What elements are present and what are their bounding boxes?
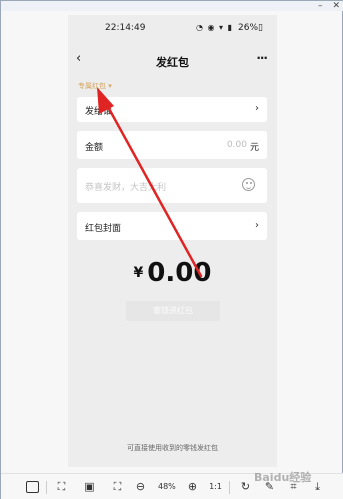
- rotate-icon[interactable]: ↻: [239, 481, 252, 493]
- window-title-bar: – ✕: [1, 1, 343, 11]
- image-viewer-window: – ✕ 22:14:49 ◔ ◉ ▾ ▮ 26%▯ ‹ 发红包 ··· 专属红包…: [0, 0, 343, 499]
- amount-label: 金额: [85, 143, 104, 153]
- fullscreen-icon[interactable]: ⛶: [55, 481, 68, 493]
- footer-note: 可直接使用收到的零钱发红包: [127, 444, 218, 452]
- greeting-input[interactable]: 恭喜发财，大吉大利: [85, 180, 166, 193]
- zoom-level: 48%: [158, 482, 176, 491]
- cover-label: 红包封面: [85, 224, 122, 234]
- amount-input[interactable]: 0.00: [227, 140, 247, 150]
- toolbar-divider: [229, 481, 230, 494]
- phone-screenshot: 22:14:49 ◔ ◉ ▾ ▮ 26%▯ ‹ 发红包 ··· 专属红包 ▾ 发…: [68, 15, 277, 467]
- page-title: 发红包: [156, 56, 189, 69]
- thumbnail-icon[interactable]: [26, 481, 39, 493]
- amount-row: 金额 0.00 元: [77, 131, 267, 159]
- minimize-icon[interactable]: –: [318, 2, 323, 11]
- cover-row[interactable]: 红包封面 ›: [77, 212, 267, 240]
- status-bar: 22:14:49 ◔ ◉ ▾ ▮ 26%▯: [68, 15, 277, 39]
- amount-unit: 元: [249, 143, 259, 153]
- chevron-right-icon: ›: [255, 103, 259, 114]
- greeting-row: 恭喜发财，大吉大利: [77, 168, 267, 203]
- recipient-row[interactable]: 发给谁 ›: [77, 97, 267, 122]
- zoom-in-icon[interactable]: ⊕: [186, 481, 199, 493]
- emoji-icon[interactable]: [242, 178, 255, 191]
- toolbar-divider: [46, 481, 47, 494]
- battery-indicator: 26%▯: [238, 23, 263, 33]
- send-red-packet-button[interactable]: 塞钱进红包: [126, 301, 220, 321]
- actual-size-button[interactable]: 1:1: [209, 481, 222, 493]
- total-amount: ¥0.00: [68, 258, 277, 288]
- compare-icon[interactable]: ▣: [83, 481, 96, 493]
- window-controls: – ✕: [318, 2, 340, 11]
- exclusive-red-packet-dropdown[interactable]: 专属红包 ▾: [78, 81, 112, 91]
- more-icon[interactable]: ···: [256, 51, 268, 65]
- total-value: 0.00: [147, 258, 212, 288]
- status-icons: ◔ ◉ ▾ ▮: [196, 23, 234, 32]
- chevron-right-icon: ›: [255, 220, 259, 231]
- status-time: 22:14:49: [105, 23, 146, 33]
- zoom-out-icon[interactable]: ⊖: [134, 481, 147, 493]
- fit-window-icon[interactable]: ⛶: [111, 481, 124, 493]
- close-icon[interactable]: ✕: [332, 2, 340, 11]
- currency-symbol: ¥: [133, 265, 144, 281]
- system-nav-bar: [68, 463, 277, 467]
- nav-bar: ‹ 发红包 ···: [68, 45, 277, 75]
- recipient-label: 发给谁: [85, 107, 113, 117]
- download-icon[interactable]: ⤓: [311, 481, 324, 493]
- watermark: Baidu经验: [254, 471, 312, 484]
